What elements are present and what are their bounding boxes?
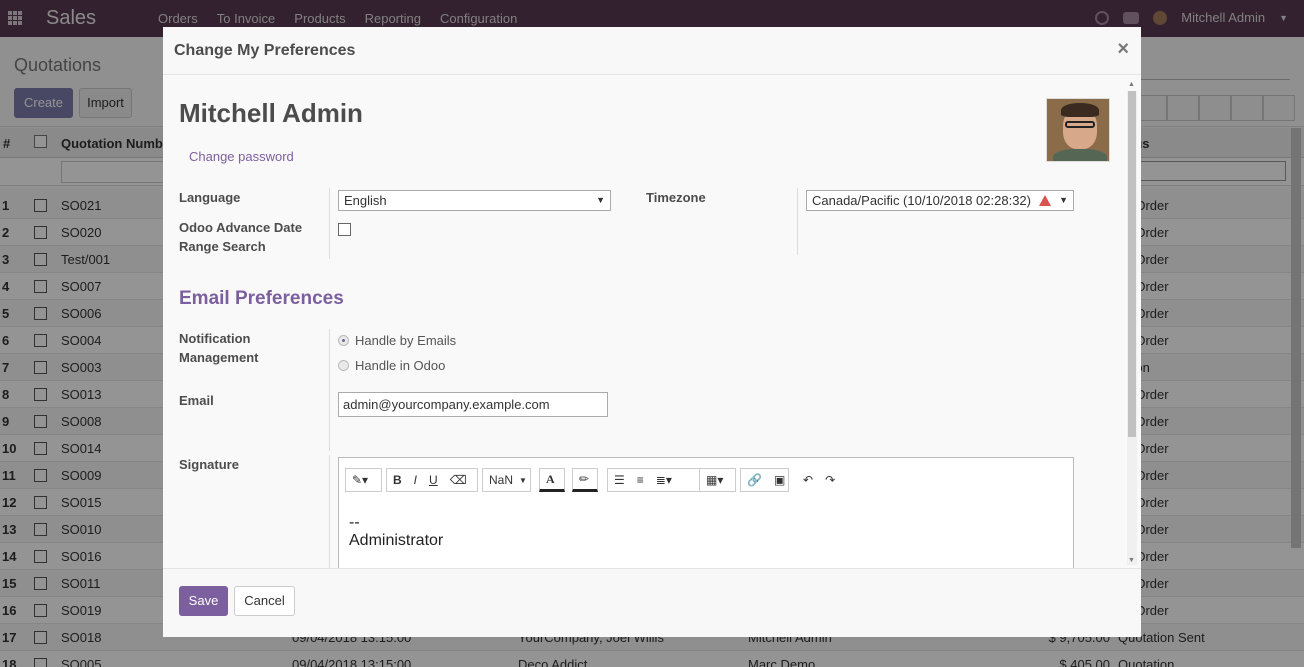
image-icon[interactable]: ▣ (768, 473, 791, 487)
font-color-icon: A (546, 471, 555, 486)
signature-line-2: Administrator (349, 532, 444, 549)
notification-label: Notification Management (179, 329, 258, 367)
radio-label-odoo[interactable]: Handle in Odoo (355, 358, 445, 373)
advance-date-label-line1: Odoo Advance Date (179, 220, 303, 235)
dialog-footer: Save Cancel (163, 568, 1141, 637)
warning-icon[interactable] (1038, 195, 1051, 206)
signature-content[interactable]: -- Administrator (349, 514, 443, 550)
paragraph-group: ☰ ≡ ≣▾ (607, 468, 702, 492)
change-password-link[interactable]: Change password (189, 149, 294, 164)
bold-icon[interactable]: B (387, 473, 408, 487)
divider (329, 188, 330, 259)
advance-date-label: Odoo Advance Date Range Search (179, 218, 302, 256)
font-color-button[interactable]: A (539, 468, 565, 492)
font-size-dropdown[interactable]: NaN ▼ (482, 468, 531, 492)
dialog-body: Mitchell Admin Change password Language … (163, 75, 1141, 568)
user-photo[interactable] (1046, 98, 1110, 162)
scroll-up-icon[interactable]: ▲ (1128, 81, 1135, 88)
notification-label-line2: Management (179, 350, 259, 365)
timezone-value: Canada/Pacific (10/10/2018 02:28:32) (812, 193, 1031, 208)
bullet-list-icon[interactable]: ☰ (608, 473, 631, 487)
highlight-button[interactable]: ✏ (572, 468, 598, 492)
link-icon[interactable]: 🔗 (741, 473, 768, 487)
dialog-scrollbar[interactable]: ▲ ▼ (1127, 81, 1137, 565)
advance-date-label-line2: Range Search (179, 239, 266, 254)
magic-wand-icon: ✎▾ (352, 473, 369, 487)
chevron-down-icon: ▼ (1059, 195, 1068, 205)
font-size-value: NaN (489, 473, 514, 487)
timezone-select[interactable]: Canada/Pacific (10/10/2018 02:28:32) ▼ (806, 190, 1074, 211)
notification-label-line1: Notification (179, 331, 251, 346)
dialog-header: Change My Preferences × (163, 27, 1141, 75)
timezone-label: Timezone (646, 190, 706, 205)
paint-brush-icon: ✏ (579, 472, 590, 486)
photo-hair (1061, 103, 1099, 117)
user-name: Mitchell Admin (179, 98, 363, 128)
underline-icon[interactable]: U (423, 473, 444, 487)
photo-glasses (1065, 121, 1095, 128)
radio-handle-by-emails[interactable] (338, 335, 349, 346)
table-icon: ▦▾ (706, 473, 724, 487)
language-label: Language (179, 190, 241, 205)
redo-icon[interactable]: ↷ (819, 473, 841, 487)
close-icon[interactable]: × (1117, 38, 1129, 61)
signature-editor[interactable]: ✎▾ B I U ⌫ NaN ▼ A ✏ ☰ ≡ ≣▾ ▦▾ 🔗 ▣ ↶ ↷ -… (338, 457, 1074, 568)
signature-label: Signature (179, 457, 239, 472)
dialog-title: Change My Preferences (174, 42, 356, 59)
scrollbar-thumb[interactable] (1128, 91, 1136, 437)
italic-icon[interactable]: I (408, 473, 423, 487)
insert-group: 🔗 ▣ (740, 468, 789, 492)
caret-down-icon: ▼ (519, 475, 527, 485)
language-select[interactable]: English ▼ (338, 190, 611, 211)
history-group: ↶ ↷ (797, 468, 839, 492)
language-value: English (344, 193, 387, 208)
preferences-dialog: Change My Preferences × Mitchell Admin C… (163, 27, 1141, 637)
cancel-button[interactable]: Cancel (234, 586, 295, 616)
divider (329, 329, 330, 451)
signature-line-1: -- (349, 514, 360, 531)
scroll-down-icon[interactable]: ▼ (1128, 557, 1135, 564)
save-button[interactable]: Save (179, 586, 228, 616)
numbered-list-icon[interactable]: ≡ (631, 473, 650, 487)
email-preferences-heading: Email Preferences (179, 288, 344, 309)
style-dropdown[interactable]: ✎▾ (345, 468, 382, 492)
format-group: B I U ⌫ (386, 468, 478, 492)
photo-shoulders (1053, 149, 1107, 161)
email-field[interactable]: admin@yourcompany.example.com (338, 392, 608, 417)
chevron-down-icon: ▼ (596, 195, 605, 205)
undo-icon[interactable]: ↶ (797, 473, 819, 487)
table-dropdown[interactable]: ▦▾ (699, 468, 736, 492)
divider (329, 455, 330, 568)
divider (797, 188, 798, 255)
eraser-icon[interactable]: ⌫ (444, 473, 473, 487)
radio-handle-in-odoo[interactable] (338, 360, 349, 371)
email-label: Email (179, 393, 214, 408)
advance-date-checkbox[interactable] (338, 223, 351, 236)
align-icon[interactable]: ≣▾ (650, 473, 678, 487)
radio-label-emails[interactable]: Handle by Emails (355, 333, 456, 348)
